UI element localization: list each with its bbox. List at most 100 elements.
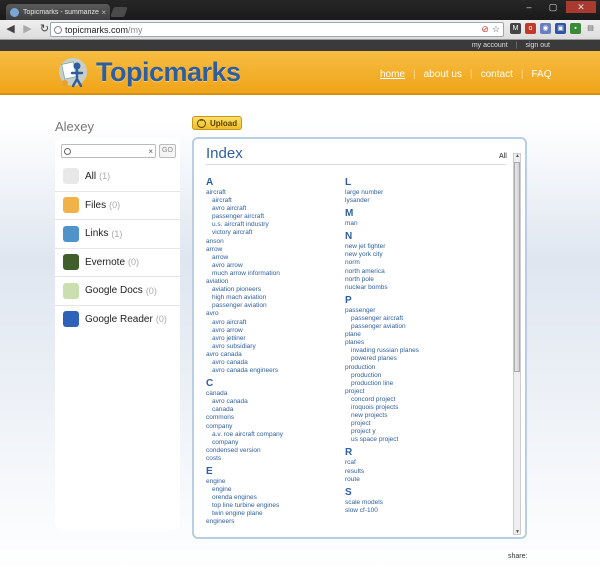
index-term-link[interactable]: lysander (345, 197, 505, 205)
extension-icon[interactable]: ▣ (555, 23, 566, 34)
source-item-evernote[interactable]: Evernote (0) (55, 247, 180, 277)
index-term-link[interactable]: passenger aircraft (345, 315, 505, 323)
index-term-link[interactable]: avro canada engineers (206, 367, 336, 375)
source-item-google-docs[interactable]: Google Docs (0) (55, 276, 180, 305)
search-input[interactable]: × (61, 144, 156, 158)
index-term-link[interactable]: twin engine plane (206, 510, 336, 518)
scroll-down-icon[interactable]: ▼ (515, 529, 520, 535)
index-term-link[interactable]: u.s. aircraft industry (206, 221, 336, 229)
maximize-button[interactable]: ▢ (542, 1, 564, 13)
extension-icon[interactable]: o (525, 23, 536, 34)
extension-icon[interactable]: M (510, 23, 521, 34)
index-term-link[interactable]: canada (206, 390, 336, 398)
extension-icon[interactable]: ◉ (540, 23, 551, 34)
index-term-link[interactable]: passenger aviation (345, 323, 505, 331)
back-icon[interactable]: ◀ (4, 23, 17, 36)
address-bar[interactable]: topicmarks.com/my ⊘ ☆ (50, 22, 504, 37)
page-action-icon[interactable]: ⊘ (481, 24, 489, 35)
index-term-link[interactable]: arrow (206, 246, 336, 254)
nav-about-us[interactable]: about us (424, 69, 462, 80)
index-term-link[interactable]: north pole (345, 276, 505, 284)
index-term-link[interactable]: production (345, 364, 505, 372)
index-term-link[interactable]: costs (206, 455, 336, 463)
scrollbar-thumb[interactable] (514, 162, 520, 372)
index-term-link[interactable]: planes (345, 339, 505, 347)
minimize-button[interactable]: – (518, 1, 540, 13)
source-item-google-reader[interactable]: Google Reader (0) (55, 304, 180, 334)
nav-home[interactable]: home (380, 69, 405, 80)
index-term-link[interactable]: condensed version (206, 447, 336, 455)
index-term-link[interactable]: arrow (206, 254, 336, 262)
index-term-link[interactable]: victory aircraft (206, 229, 336, 237)
index-term-link[interactable]: man (345, 220, 505, 228)
index-term-link[interactable]: project (345, 420, 505, 428)
index-term-link[interactable]: us space project (345, 436, 505, 444)
index-term-link[interactable]: large number (345, 189, 505, 197)
index-term-link[interactable]: slow cf-100 (345, 507, 505, 515)
index-term-link[interactable]: avro aircraft (206, 319, 336, 327)
logo[interactable]: Topicmarks (55, 55, 241, 89)
index-term-link[interactable]: avro subsidiary (206, 343, 336, 351)
index-term-link[interactable]: top line turbine engines (206, 502, 336, 510)
tab-close-icon[interactable]: × (101, 8, 106, 17)
index-term-link[interactable]: powered planes (345, 355, 505, 363)
index-term-link[interactable]: anson (206, 238, 336, 246)
index-term-link[interactable]: engineers (206, 518, 336, 526)
new-tab-button[interactable] (110, 7, 128, 17)
index-term-link[interactable]: results (345, 468, 505, 476)
index-term-link[interactable]: much arrow information (206, 270, 336, 278)
source-item-files[interactable]: Files (0) (55, 190, 180, 220)
index-term-link[interactable]: iroquois projects (345, 404, 505, 412)
index-term-link[interactable]: avro aircraft (206, 205, 336, 213)
index-term-link[interactable]: aircraft (206, 197, 336, 205)
index-term-link[interactable]: engine (206, 486, 336, 494)
index-term-link[interactable]: avro canada (206, 398, 336, 406)
index-term-link[interactable]: new york city (345, 251, 505, 259)
index-term-link[interactable]: new jet fighter (345, 243, 505, 251)
index-term-link[interactable]: avro arrow (206, 327, 336, 335)
scroll-up-icon[interactable]: ▲ (515, 153, 520, 159)
nav-faq[interactable]: FAQ (531, 69, 551, 80)
index-term-link[interactable]: route (345, 476, 505, 484)
index-term-link[interactable]: plane (345, 331, 505, 339)
search-go-button[interactable]: GO (159, 144, 176, 158)
index-term-link[interactable]: passenger aircraft (206, 213, 336, 221)
index-term-link[interactable]: passenger (345, 307, 505, 315)
upload-button[interactable]: ⌃ Upload (192, 116, 242, 130)
index-term-link[interactable]: company (206, 439, 336, 447)
clear-search-icon[interactable]: × (148, 147, 153, 156)
page-menu-icon[interactable]: ▤ (585, 23, 596, 34)
index-term-link[interactable]: project y (345, 428, 505, 436)
index-term-link[interactable]: avro canada (206, 359, 336, 367)
index-term-link[interactable]: orenda engines (206, 494, 336, 502)
index-scrollbar[interactable]: ▲ ▼ (513, 153, 521, 535)
index-term-link[interactable]: commons (206, 414, 336, 422)
index-term-link[interactable]: passenger aviation (206, 302, 336, 310)
index-term-link[interactable]: norm (345, 259, 505, 267)
index-term-link[interactable]: nuclear bombs (345, 284, 505, 292)
nav-contact[interactable]: contact (481, 69, 513, 80)
index-term-link[interactable]: rcaf (345, 459, 505, 467)
index-term-link[interactable]: aircraft (206, 189, 336, 197)
index-term-link[interactable]: invading russian planes (345, 347, 505, 355)
index-term-link[interactable]: aviation pioneers (206, 286, 336, 294)
index-term-link[interactable]: engine (206, 478, 336, 486)
index-filter-all[interactable]: All (499, 153, 507, 160)
forward-icon[interactable]: ▶ (21, 23, 34, 36)
index-term-link[interactable]: scale models (345, 499, 505, 507)
my-account-link[interactable]: my account (472, 40, 508, 51)
index-term-link[interactable]: project (345, 388, 505, 396)
index-term-link[interactable]: avro jetliner (206, 335, 336, 343)
browser-tab[interactable]: Topicmarks - summarize yo × (6, 4, 110, 20)
index-term-link[interactable]: concord project (345, 396, 505, 404)
sign-out-link[interactable]: sign out (525, 40, 550, 51)
bookmark-star-icon[interactable]: ☆ (492, 24, 500, 35)
index-term-link[interactable]: avro canada (206, 351, 336, 359)
index-term-link[interactable]: canada (206, 406, 336, 414)
index-term-link[interactable]: avro arrow (206, 262, 336, 270)
index-term-link[interactable]: company (206, 423, 336, 431)
index-term-link[interactable]: production line (345, 380, 505, 388)
index-term-link[interactable]: north america (345, 268, 505, 276)
index-term-link[interactable]: avro (206, 310, 336, 318)
index-term-link[interactable]: high mach aviation (206, 294, 336, 302)
